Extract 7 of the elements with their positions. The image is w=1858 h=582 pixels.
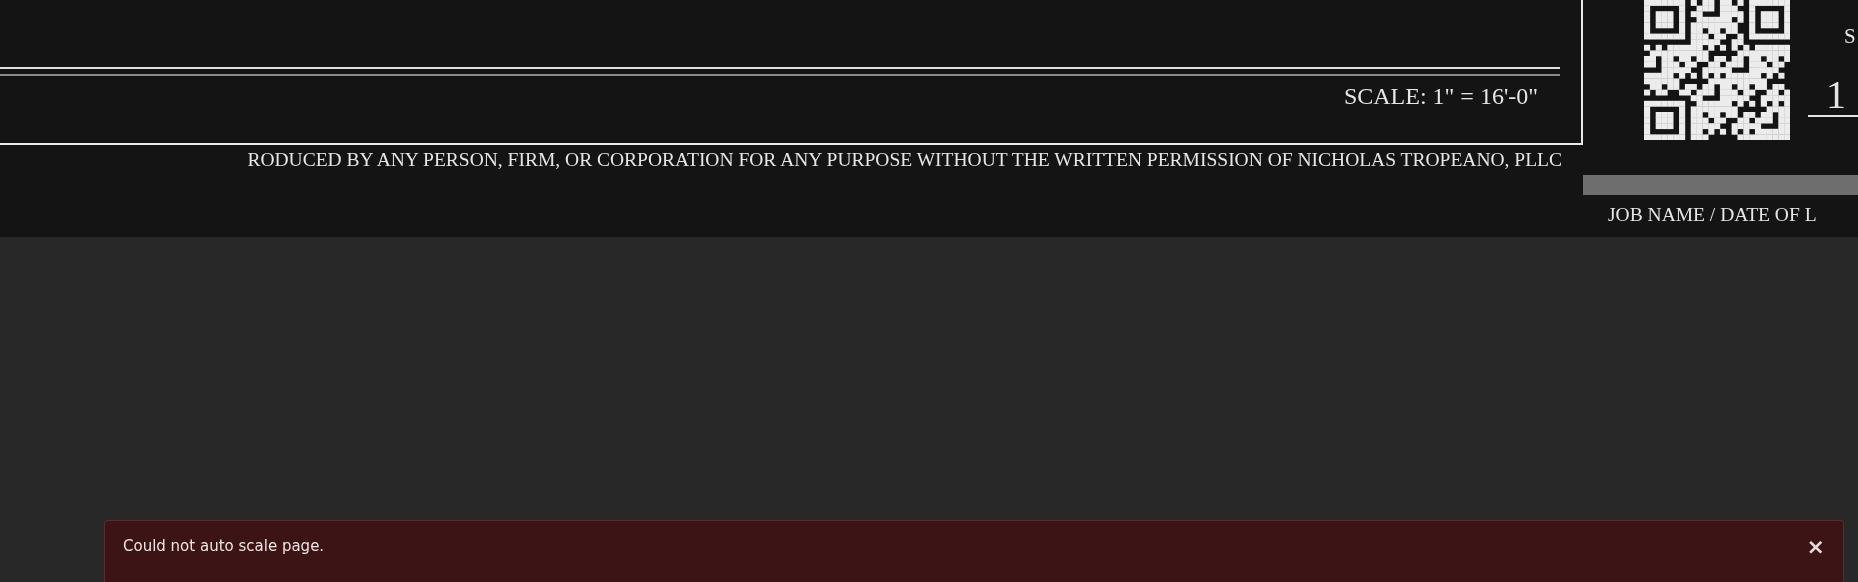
error-message: Could not auto scale page. xyxy=(123,537,325,555)
scale-note: SCALE: 1" = 16'-0" xyxy=(1342,83,1539,110)
close-button[interactable]: × xyxy=(1806,537,1825,557)
job-name-label: JOB NAME / DATE OF L xyxy=(1607,203,1818,226)
sheet-label: S xyxy=(1843,23,1857,49)
copyright-notice: RODUCED BY ANY PERSON, FIRM, OR CORPORATION FOR ANY PURPOSE WITHOUT THE WRITTEN PERMISSION OF NICHOLAS TROPEANO, PLLC xyxy=(246,148,1563,171)
sheet-number: 1 xyxy=(1808,75,1858,117)
